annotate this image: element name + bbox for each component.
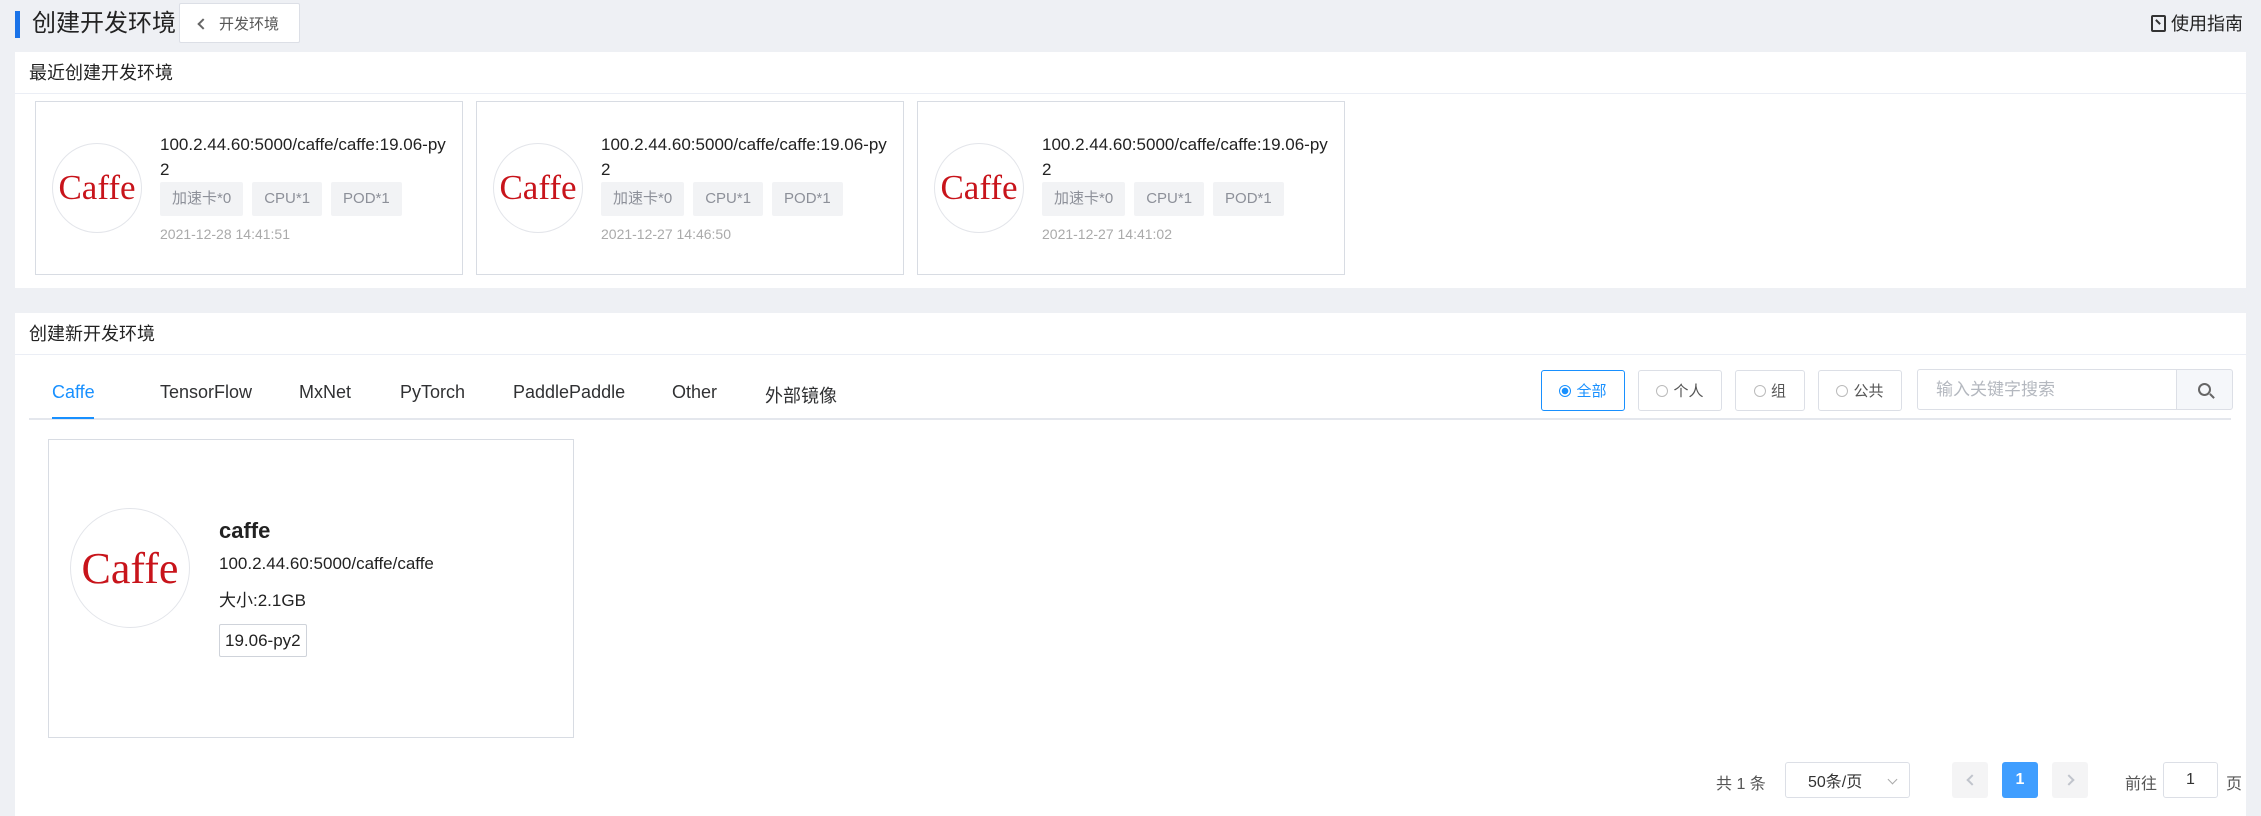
image-path: 100.2.44.60:5000/caffe/caffe:19.06-py2 — [160, 135, 446, 179]
top-bar: 创建开发环境 开发环境 使用指南 — [0, 0, 2261, 49]
accelerator-tag: 加速卡*0 — [1042, 182, 1126, 216]
caffe-logo: Caffe — [52, 143, 142, 233]
cpu-tag: CPU*1 — [693, 182, 764, 216]
recent-environments-panel: 最近创建开发环境 Caffe 100.2.44.60:5000/caffe/ca… — [15, 52, 2246, 288]
filter-personal[interactable]: 个人 — [1638, 370, 1722, 411]
radio-icon — [1559, 384, 1572, 397]
image-path: 100.2.44.60:5000/caffe/caffe:19.06-py2 — [1042, 135, 1328, 179]
recent-section-title: 最近创建开发环境 — [15, 52, 2246, 94]
page-number-current[interactable]: 1 — [2002, 762, 2038, 798]
accelerator-tag: 加速卡*0 — [160, 182, 244, 216]
search-input[interactable] — [1917, 369, 2177, 410]
search-button[interactable] — [2176, 369, 2233, 410]
title-accent-bar — [15, 11, 20, 38]
caffe-logo: Caffe — [934, 143, 1024, 233]
pod-tag: POD*1 — [1213, 182, 1284, 216]
resource-tags: 加速卡*0 CPU*1 POD*1 — [160, 182, 402, 216]
recent-env-card[interactable]: Caffe 100.2.44.60:5000/caffe/caffe:19.06… — [476, 101, 904, 275]
filter-public[interactable]: 公共 — [1818, 370, 1902, 411]
active-tab-indicator — [52, 417, 94, 419]
tab-mxnet[interactable]: MxNet — [299, 382, 351, 403]
radio-icon — [1656, 384, 1669, 397]
pod-tag: POD*1 — [772, 182, 843, 216]
resource-tags: 加速卡*0 CPU*1 POD*1 — [601, 182, 843, 216]
chevron-right-icon — [2062, 774, 2075, 786]
page-size-value: 50条/页 — [1808, 774, 1863, 791]
search-icon — [2198, 383, 2211, 396]
radio-icon — [1836, 384, 1849, 397]
created-time: 2021-12-28 14:41:51 — [160, 226, 290, 242]
resource-tags: 加速卡*0 CPU*1 POD*1 — [1042, 182, 1284, 216]
filter-all-label: 全部 — [1576, 383, 1607, 400]
environment-size: 大小:2.1GB — [219, 591, 306, 610]
tab-external-image[interactable]: 外部镜像 — [765, 382, 837, 408]
filter-group-label: 组 — [1770, 383, 1786, 400]
radio-icon — [1753, 384, 1766, 397]
environment-image-path: 100.2.44.60:5000/caffe/caffe — [219, 554, 434, 573]
environment-card[interactable]: Caffe caffe 100.2.44.60:5000/caffe/caffe… — [48, 439, 574, 738]
environment-name: caffe — [219, 518, 271, 543]
tab-tensorflow[interactable]: TensorFlow — [160, 382, 252, 403]
cpu-tag: CPU*1 — [252, 182, 323, 216]
chevron-left-icon — [1965, 774, 1978, 786]
page-title: 创建开发环境 — [32, 10, 176, 37]
guide-link[interactable]: 使用指南 — [2151, 10, 2243, 36]
prev-page-button[interactable] — [1952, 762, 1988, 798]
tab-pytorch[interactable]: PyTorch — [400, 382, 465, 403]
filter-group[interactable]: 组 — [1735, 370, 1805, 411]
create-section-title: 创建新开发环境 — [15, 313, 2246, 355]
caffe-logo: Caffe — [493, 143, 583, 233]
filter-all[interactable]: 全部 — [1541, 370, 1625, 411]
back-button[interactable]: 开发环境 — [179, 3, 300, 43]
back-button-label: 开发环境 — [219, 15, 280, 33]
chevron-left-icon — [197, 17, 209, 30]
image-path: 100.2.44.60:5000/caffe/caffe:19.06-py2 — [601, 135, 887, 179]
cpu-tag: CPU*1 — [1134, 182, 1205, 216]
recent-env-card[interactable]: Caffe 100.2.44.60:5000/caffe/caffe:19.06… — [917, 101, 1345, 275]
tab-caffe[interactable]: Caffe — [52, 382, 95, 403]
next-page-button[interactable] — [2052, 762, 2088, 798]
created-time: 2021-12-27 14:41:02 — [1042, 226, 1172, 242]
guide-label: 使用指南 — [2171, 14, 2243, 34]
tab-other[interactable]: Other — [672, 382, 717, 403]
accelerator-tag: 加速卡*0 — [601, 182, 685, 216]
document-icon — [2151, 14, 2166, 32]
pod-tag: POD*1 — [331, 182, 402, 216]
filter-personal-label: 个人 — [1673, 383, 1704, 400]
filter-public-label: 公共 — [1853, 383, 1884, 400]
create-environment-panel: 创建新开发环境 Caffe TensorFlow MxNet PyTorch P… — [15, 313, 2246, 816]
page-suffix-label: 页 — [2226, 776, 2243, 793]
chevron-down-icon — [1887, 774, 1898, 785]
version-tag[interactable]: 19.06-py2 — [219, 624, 307, 657]
pagination-total: 共 1 条 — [1716, 776, 1766, 793]
recent-env-card[interactable]: Caffe 100.2.44.60:5000/caffe/caffe:19.06… — [35, 101, 463, 275]
page-size-select[interactable]: 50条/页 — [1785, 762, 1910, 798]
goto-page-input[interactable] — [2163, 762, 2218, 798]
goto-label: 前往 — [2125, 776, 2158, 793]
created-time: 2021-12-27 14:46:50 — [601, 226, 731, 242]
caffe-logo: Caffe — [70, 508, 190, 628]
tab-paddlepaddle[interactable]: PaddlePaddle — [513, 382, 625, 403]
